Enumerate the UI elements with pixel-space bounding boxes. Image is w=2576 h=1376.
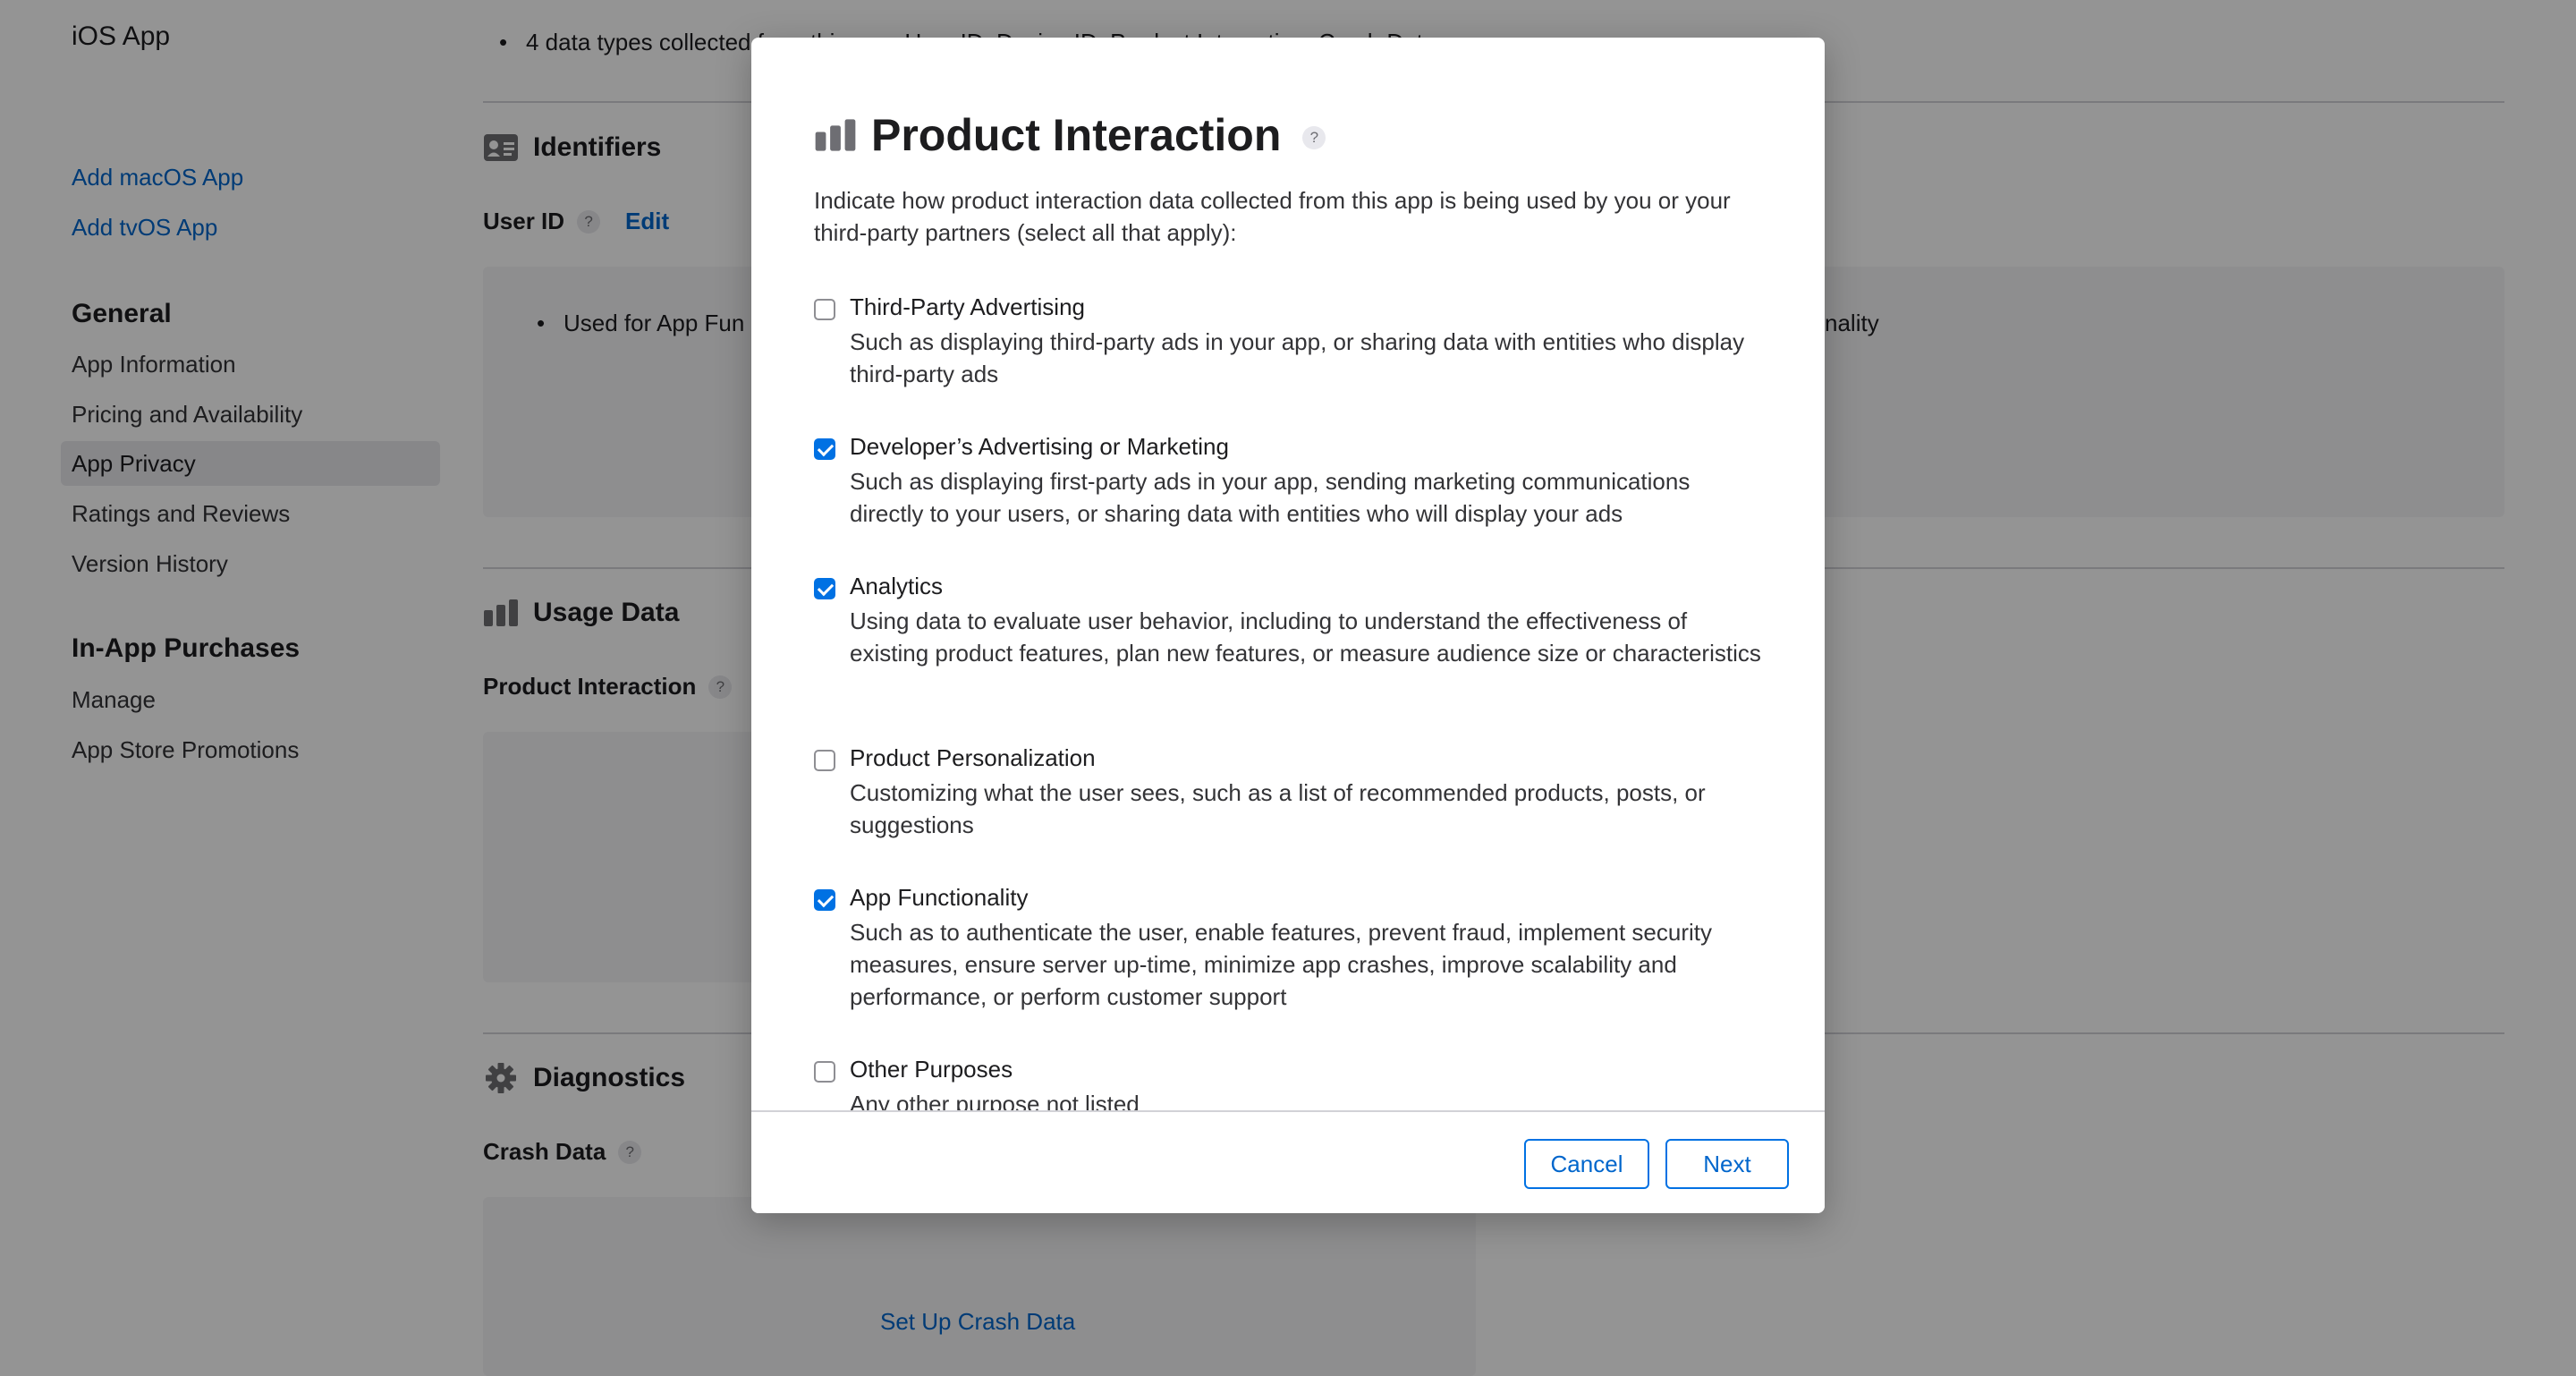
option-title: Developer’s Advertising or Marketing	[850, 433, 1229, 460]
next-button[interactable]: Next	[1665, 1139, 1789, 1189]
option-title: Product Personalization	[850, 744, 1096, 771]
option-description: Such as displaying third-party ads in yo…	[850, 328, 1745, 387]
checkbox[interactable]	[814, 750, 835, 771]
option-title: Third-Party Advertising	[850, 293, 1085, 320]
option-description: Such as displaying first-party ads in yo…	[850, 468, 1690, 527]
dialog-description: Indicate how product interaction data co…	[814, 187, 1731, 246]
dialog-footer: Cancel Next	[751, 1110, 1825, 1213]
option-description: Customizing what the user sees, such as …	[850, 779, 1706, 838]
product-interaction-dialog: Product Interaction ? Indicate how produ…	[751, 38, 1825, 1213]
cancel-button[interactable]: Cancel	[1524, 1139, 1649, 1189]
checkbox[interactable]	[814, 578, 835, 599]
option-description: Such as to authenticate the user, enable…	[850, 919, 1713, 1010]
option-title: App Functionality	[850, 884, 1029, 911]
checkbox[interactable]	[814, 438, 835, 460]
checkbox[interactable]	[814, 299, 835, 320]
dialog-title-text: Product Interaction	[871, 110, 1282, 160]
dialog-title: Product Interaction ?	[814, 109, 1326, 161]
checkbox[interactable]	[814, 1061, 835, 1083]
option-description: Using data to evaluate user behavior, in…	[850, 607, 1761, 667]
help-icon[interactable]: ?	[1302, 126, 1326, 149]
bar-chart-icon	[815, 119, 856, 151]
option-title: Analytics	[850, 573, 944, 599]
option-title: Other Purposes	[850, 1056, 1013, 1083]
dialog-body[interactable]: Product Interaction ? Indicate how produ…	[751, 38, 1825, 1110]
option-description: Any other purpose not listed	[850, 1091, 1140, 1110]
checkbox[interactable]	[814, 889, 835, 911]
